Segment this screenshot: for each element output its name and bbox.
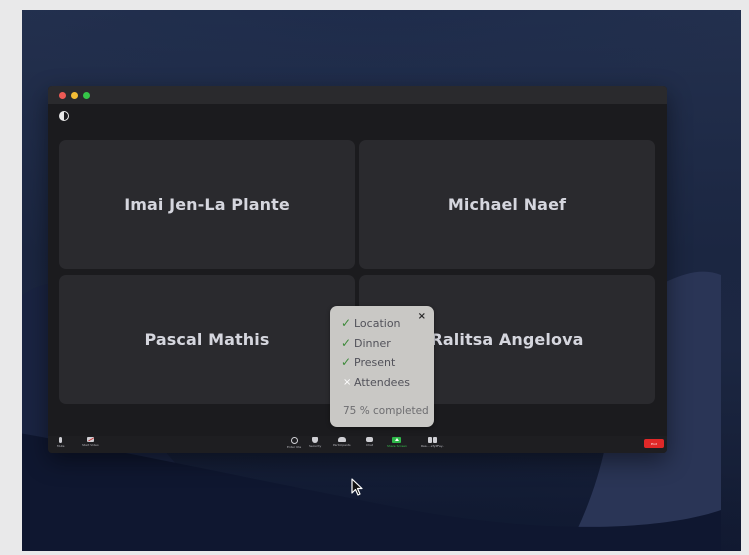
checkmark-icon: ✓ (341, 355, 352, 369)
circle-icon (290, 437, 298, 444)
checklist-item-label: Attendees (354, 375, 410, 389)
security-label: Security (309, 444, 322, 448)
title-bar (48, 86, 667, 104)
meeting-info-icon[interactable] (59, 111, 69, 121)
mouse-cursor-icon (351, 478, 363, 496)
audio-label: Enter Ute (287, 445, 302, 449)
participant-name: Ralitsa Angelova (430, 330, 584, 349)
close-window-button[interactable] (59, 92, 66, 99)
people-icon (337, 437, 346, 442)
progress-status: 75 % completed (343, 405, 429, 417)
participants-label: Participants (333, 443, 351, 447)
reactions-label: Rea… eTyPFey.. (421, 444, 445, 448)
checklist-item: ✓ Present (341, 355, 395, 369)
checkmark-icon: ✓ (341, 316, 352, 330)
chat-button[interactable]: Chat (366, 437, 373, 447)
share-screen-icon (392, 437, 402, 443)
maximize-window-button[interactable] (83, 92, 90, 99)
chat-bubble-icon (366, 437, 373, 442)
reactions-button[interactable]: Rea… eTyPFey.. (421, 437, 444, 448)
end-meeting-button[interactable]: End (644, 439, 664, 448)
participant-tile[interactable]: Imai Jen-La Plante (59, 140, 355, 269)
share-screen-label: Share Screen (387, 444, 407, 448)
checklist-item-label: Present (354, 355, 396, 369)
security-button[interactable]: Security (309, 437, 321, 448)
checklist-item: ✓ Location (341, 316, 401, 330)
participant-name: Michael Naef (447, 195, 567, 214)
start-video-button[interactable]: Start Video (82, 437, 99, 447)
start-video-label: Start Video (82, 443, 99, 447)
participant-name: Imai Jen-La Plante (124, 195, 290, 214)
shield-icon (312, 437, 319, 443)
meeting-toolbar: Mute Start Video Enter Ute Security Part… (48, 436, 667, 453)
participant-name: Pascal Mathis (144, 330, 270, 349)
mute-label: Mute (57, 444, 65, 448)
video-camera-off-icon (86, 437, 94, 442)
chat-label: Chat (366, 443, 374, 447)
cross-icon: × (343, 376, 352, 388)
mute-button[interactable]: Mute (57, 437, 65, 448)
checklist-item: × Attendees (341, 375, 410, 389)
participants-button[interactable]: Participants (333, 437, 351, 447)
share-screen-button[interactable]: Share Screen (387, 437, 407, 448)
checklist-item-label: Location (354, 316, 401, 330)
checklist-item-label: Dinner (354, 336, 391, 350)
checkmark-icon: ✓ (341, 336, 352, 350)
audio-button[interactable]: Enter Ute (287, 437, 301, 449)
participant-tile[interactable]: Michael Naef (359, 140, 655, 269)
close-icon[interactable]: × (418, 311, 426, 322)
participant-tile[interactable]: Pascal Mathis (59, 275, 355, 404)
reactions-icon (427, 437, 438, 443)
minimize-window-button[interactable] (71, 92, 78, 99)
checklist-item: ✓ Dinner (341, 336, 391, 350)
microphone-icon (59, 437, 63, 443)
checklist-popup: × ✓ Location ✓ Dinner ✓ Present × Attend… (330, 306, 434, 427)
